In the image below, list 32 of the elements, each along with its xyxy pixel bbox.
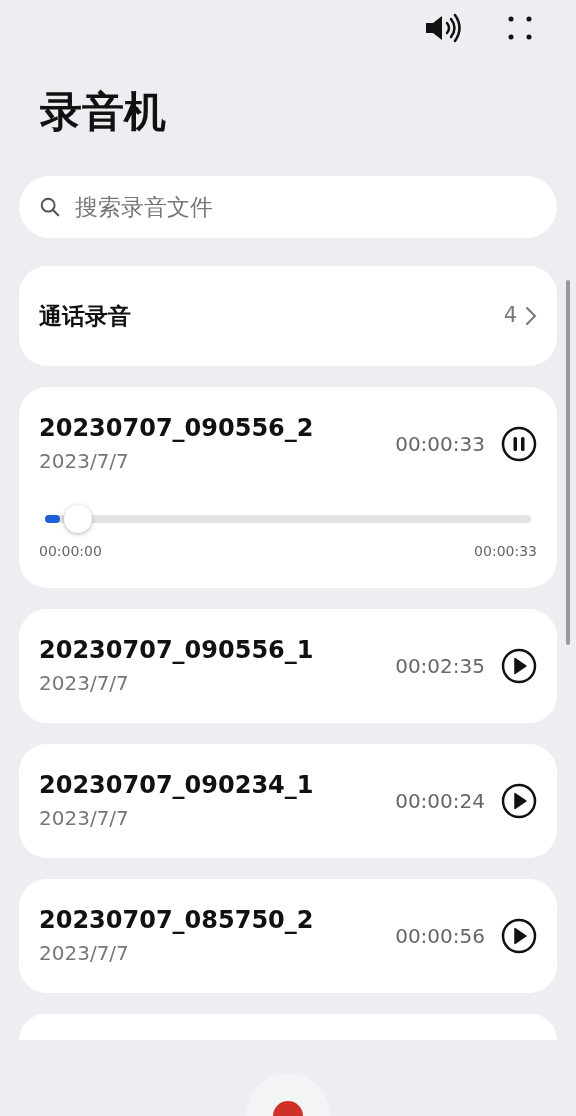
recording-date: 2023/7/7 [39, 670, 130, 697]
recording-date: 2023/7/7 [39, 448, 130, 475]
recording-duration: 00:02:35 [395, 653, 485, 680]
elapsed-time: 00:00:00 [39, 542, 102, 561]
total-time: 00:00:33 [474, 542, 537, 561]
recording-card[interactable]: 20230707_085750_2 2023/7/7 00:00:56 [19, 879, 557, 993]
recording-name: 20230707_090556_2 [39, 413, 315, 443]
recording-name: 20230707_090556_1 [39, 635, 315, 665]
search-field[interactable]: 搜索录音文件 [19, 176, 557, 238]
recording-card[interactable]: 20230707_090556_2 2023/7/7 00:00:33 00:00:00 00:00:33 [19, 387, 557, 588]
recording-duration: 00:00:33 [395, 431, 485, 458]
speaker-icon[interactable] [424, 13, 464, 43]
slider-handle[interactable] [63, 505, 92, 533]
recording-name: 20230707_085750_2 [39, 905, 315, 935]
chevron-right-icon [525, 306, 537, 326]
recording-card[interactable]: 20230707_090234_1 2023/7/7 00:00:24 [19, 744, 557, 858]
play-button[interactable] [501, 783, 537, 819]
pause-button[interactable] [501, 426, 537, 462]
call-recordings-row[interactable]: 通话录音 4 [19, 266, 557, 366]
page-title: 录音机 [39, 86, 167, 138]
recording-name: 20230707_090234_1 [39, 770, 315, 800]
recording-card[interactable]: 20230707_090556_1 2023/7/7 00:02:35 [19, 609, 557, 723]
search-icon [39, 196, 61, 218]
play-button[interactable] [501, 648, 537, 684]
recording-date: 2023/7/7 [39, 805, 130, 832]
more-icon[interactable] [508, 16, 532, 40]
call-recordings-count: 4 [503, 302, 517, 330]
recording-duration: 00:00:24 [395, 788, 485, 815]
play-button[interactable] [501, 918, 537, 954]
recording-date: 2023/7/7 [39, 940, 130, 967]
call-recordings-label: 通话录音 [39, 301, 132, 331]
recording-duration: 00:00:56 [395, 923, 485, 950]
